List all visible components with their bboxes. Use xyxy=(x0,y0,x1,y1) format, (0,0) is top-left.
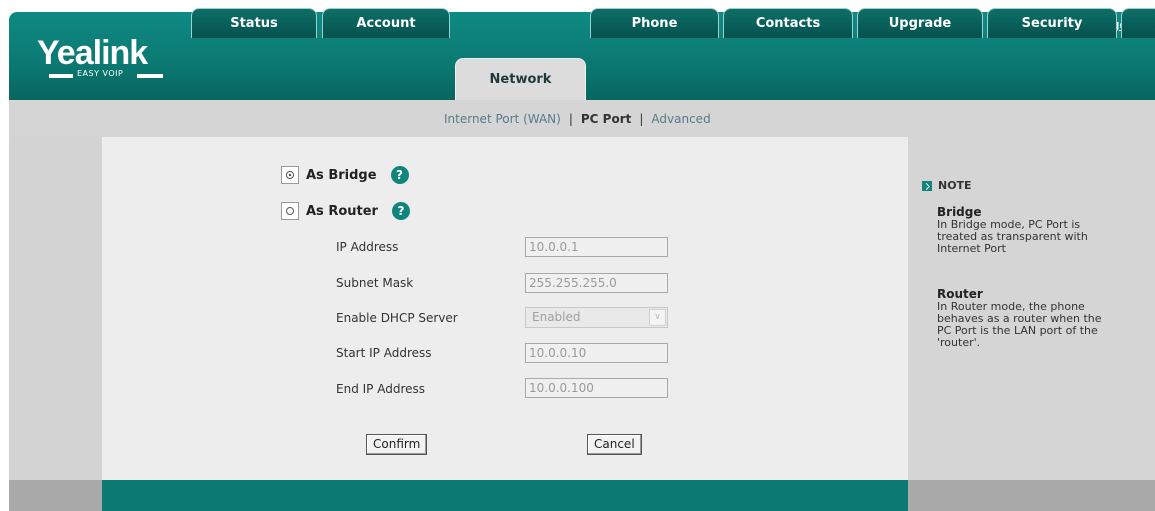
bridge-label: As Bridge xyxy=(306,167,377,183)
router-label: As Router xyxy=(306,203,378,219)
router-option[interactable]: As Router ? xyxy=(281,202,410,220)
sub-navigation: Internet Port (WAN) | PC Port | Advanced xyxy=(9,100,1155,137)
subnet-mask-input[interactable]: 255.255.255.0 xyxy=(525,273,668,293)
router-radio[interactable] xyxy=(281,202,299,220)
subnav-separator: | xyxy=(639,112,644,126)
tab-phone[interactable]: Phone xyxy=(590,8,719,38)
footer-left xyxy=(9,480,102,511)
chevron-down-icon: ∨ xyxy=(649,309,666,326)
brand-tagline: EASY VOIP xyxy=(49,69,169,80)
end-ip-input[interactable]: 10.0.0.100 xyxy=(525,378,668,398)
footer-right xyxy=(908,480,1155,511)
dhcp-server-value: Enabled xyxy=(532,310,581,324)
left-panel xyxy=(9,137,102,480)
subnav-advanced[interactable]: Advanced xyxy=(651,112,710,126)
note-icon xyxy=(922,180,932,191)
tab-status[interactable]: Status xyxy=(191,8,317,38)
main-panel xyxy=(102,137,908,480)
note-heading: NOTE xyxy=(922,179,972,192)
dhcp-server-label: Enable DHCP Server xyxy=(336,311,458,325)
start-ip-input[interactable]: 10.0.0.10 xyxy=(525,343,668,363)
ip-address-input[interactable]: 10.0.0.1 xyxy=(525,237,668,257)
note-router-text: In Router mode, the phone behaves as a r… xyxy=(937,300,1102,349)
brand-logo: Yealink xyxy=(37,34,148,72)
subnav-separator: | xyxy=(568,112,573,126)
tab-account[interactable]: Account xyxy=(322,8,450,38)
tab-security[interactable]: Security xyxy=(987,8,1117,38)
cancel-button[interactable]: Cancel xyxy=(587,434,642,455)
bridge-radio[interactable] xyxy=(281,166,299,184)
tab-contacts[interactable]: Contacts xyxy=(723,8,853,38)
note-router-title: Router xyxy=(937,287,983,301)
tab-overflow xyxy=(1121,8,1155,38)
bridge-help-icon[interactable]: ? xyxy=(390,166,409,184)
note-bridge-title: Bridge xyxy=(937,205,982,219)
end-ip-label: End IP Address xyxy=(336,382,425,396)
tab-network[interactable]: Network xyxy=(455,58,586,100)
note-bridge-text: In Bridge mode, PC Port is treated as tr… xyxy=(937,218,1088,255)
router-help-icon[interactable]: ? xyxy=(391,202,410,220)
bridge-option[interactable]: As Bridge ? xyxy=(281,166,409,184)
subnet-mask-label: Subnet Mask xyxy=(336,276,414,290)
ip-address-label: IP Address xyxy=(336,240,399,254)
start-ip-label: Start IP Address xyxy=(336,346,432,360)
footer-bar xyxy=(102,480,908,511)
dhcp-server-select[interactable]: Enabled ∨ xyxy=(525,307,668,328)
tab-upgrade[interactable]: Upgrade xyxy=(857,8,983,38)
subnav-pc-port[interactable]: PC Port xyxy=(581,112,631,126)
confirm-button[interactable]: Confirm xyxy=(366,434,428,455)
subnav-internet-port[interactable]: Internet Port (WAN) xyxy=(444,112,561,126)
